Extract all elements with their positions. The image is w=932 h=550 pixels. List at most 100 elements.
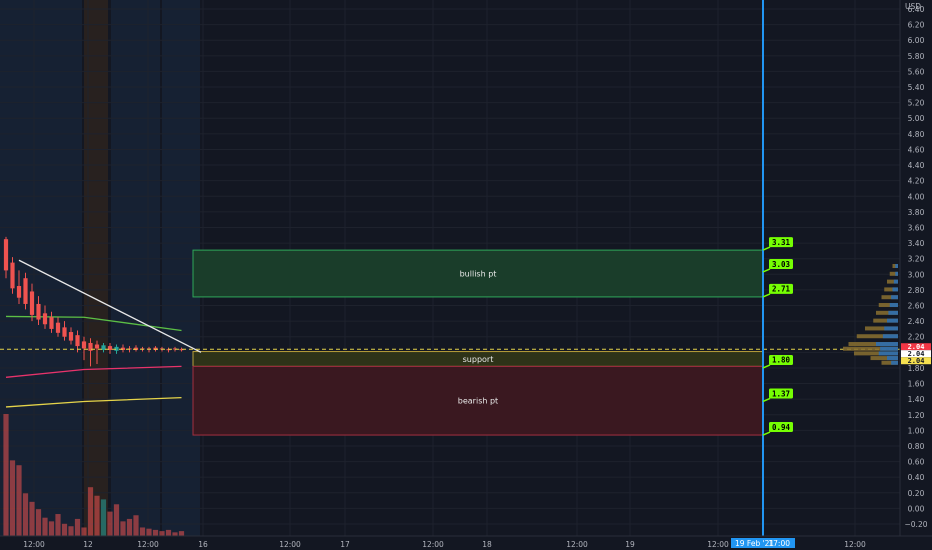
last-price-text: 2.04 — [908, 357, 925, 365]
volume-bar — [107, 511, 113, 536]
volume-bar — [68, 526, 74, 536]
profile-bar — [882, 334, 898, 339]
target-badge-text: 1.37 — [772, 389, 790, 398]
session-highlights — [0, 0, 200, 536]
volume-bar — [172, 532, 178, 536]
profile-bar — [895, 264, 898, 268]
x-tick-label: 12:00 — [279, 540, 301, 549]
chart[interactable]: bullish pt support bearish pt 3.31 3.03 2.71… — [0, 0, 932, 550]
volume-bar — [42, 517, 48, 536]
x-tick-label: 16 — [198, 540, 208, 549]
y-tick-label: 5.20 — [908, 99, 925, 108]
x-tick-label: 12:00 — [137, 540, 159, 549]
y-tick-label: 5.60 — [908, 67, 925, 76]
x-tick-label: 18 — [482, 540, 492, 549]
y-tick-label: 1.80 — [908, 364, 925, 373]
candle-body — [62, 327, 67, 337]
volume-bar — [139, 527, 146, 536]
y-tick-label: 2.40 — [908, 317, 925, 326]
y-tick-label: 3.00 — [908, 270, 925, 279]
profile-bar — [895, 271, 898, 276]
volume-bar — [100, 499, 107, 536]
y-tick-label: 0.80 — [908, 442, 925, 451]
y-tick-label: 1.00 — [908, 426, 925, 435]
y-tick-label: 1.60 — [908, 380, 925, 389]
y-tick-label: 4.60 — [908, 145, 925, 154]
volume-bar — [3, 414, 9, 536]
profile-bar — [876, 342, 898, 347]
profile-bar — [893, 279, 898, 284]
zone-label: bullish pt — [460, 270, 497, 279]
x-tick-label: 19 — [625, 540, 635, 549]
last-price-labels: 2.042.042.04 — [901, 343, 931, 365]
y-tick-label: 6.00 — [908, 36, 925, 45]
y-tick-label: 3.40 — [908, 239, 925, 248]
volume-bar — [152, 529, 159, 536]
candle-body — [75, 335, 80, 347]
y-tick-label: 4.40 — [908, 161, 925, 170]
volume-bar — [120, 521, 126, 536]
candle-body — [94, 344, 100, 349]
profile-bar — [891, 360, 898, 365]
volume-bar — [87, 487, 94, 536]
candle-body — [68, 332, 74, 341]
volume-bar — [16, 465, 22, 536]
y-tick-label: 5.40 — [908, 83, 925, 92]
profile-bar — [878, 351, 898, 356]
y-tick-label: 3.60 — [908, 223, 925, 232]
y-tick-label: 3.20 — [908, 255, 925, 264]
y-tick-label: 4.80 — [908, 130, 925, 139]
target-badge-text: 1.80 — [772, 356, 791, 365]
volume-bar — [29, 501, 35, 536]
volume-bar — [55, 514, 61, 536]
y-tick-label: 5.00 — [908, 114, 925, 123]
candle-body — [81, 341, 87, 349]
y-tick-label: 0.20 — [908, 489, 925, 498]
candle-body — [36, 303, 41, 320]
y-tick-label: 0.60 — [908, 458, 925, 467]
target-badge-text: 3.03 — [772, 260, 791, 269]
y-tick-label: 0.40 — [908, 473, 925, 482]
volume-bar — [113, 504, 120, 536]
x-tick-label: 12:00 — [566, 540, 588, 549]
candle-body — [101, 345, 106, 350]
x-tick-label: 17 — [340, 540, 350, 549]
profile-bar — [889, 303, 898, 308]
x-axis[interactable]: 12:00 12 12:00 16 12:00 17 12:00 18 12:00 19 12:00… — [0, 535, 932, 550]
candle-body — [16, 286, 22, 298]
zone-label: bearish pt — [458, 397, 498, 406]
volume-bar — [146, 528, 152, 536]
y-tick-label: 4.00 — [908, 192, 925, 201]
y-tick-label: 6.40 — [908, 5, 925, 14]
candle-body — [29, 291, 35, 315]
profile-bar — [888, 310, 898, 315]
volume-bar — [35, 509, 42, 536]
session-band — [111, 0, 160, 536]
profile-bar — [892, 287, 898, 292]
target-badge-text: 0.94 — [772, 423, 791, 432]
y-tick-label: 3.80 — [908, 208, 925, 217]
y-tick-label: 0.00 — [908, 504, 925, 513]
y-tick-label: 4.20 — [908, 177, 925, 186]
volume-bar — [81, 527, 87, 536]
y-tick-label: 1.40 — [908, 395, 925, 404]
cursor-time-text: 17:00 — [768, 539, 790, 548]
x-tick-label: 12:00 — [422, 540, 444, 549]
x-tick-label: 12:00 — [707, 540, 729, 549]
volume-bar — [48, 521, 55, 536]
x-tick-label: 12 — [83, 540, 93, 549]
target-badge-text: 2.71 — [772, 285, 791, 294]
volume-bar — [22, 493, 29, 536]
candle-body — [3, 239, 9, 271]
volume-bar — [178, 531, 185, 536]
volume-bar — [159, 531, 165, 536]
profile-bar — [880, 346, 898, 351]
volume-bar — [61, 523, 68, 536]
candle-body — [23, 278, 28, 304]
profile-bar — [884, 326, 898, 331]
volume-bar — [165, 529, 172, 536]
candle-body — [42, 313, 48, 325]
candle-body — [55, 322, 61, 333]
candle-body — [49, 317, 54, 329]
x-tick-label: 12:00 — [23, 540, 45, 549]
